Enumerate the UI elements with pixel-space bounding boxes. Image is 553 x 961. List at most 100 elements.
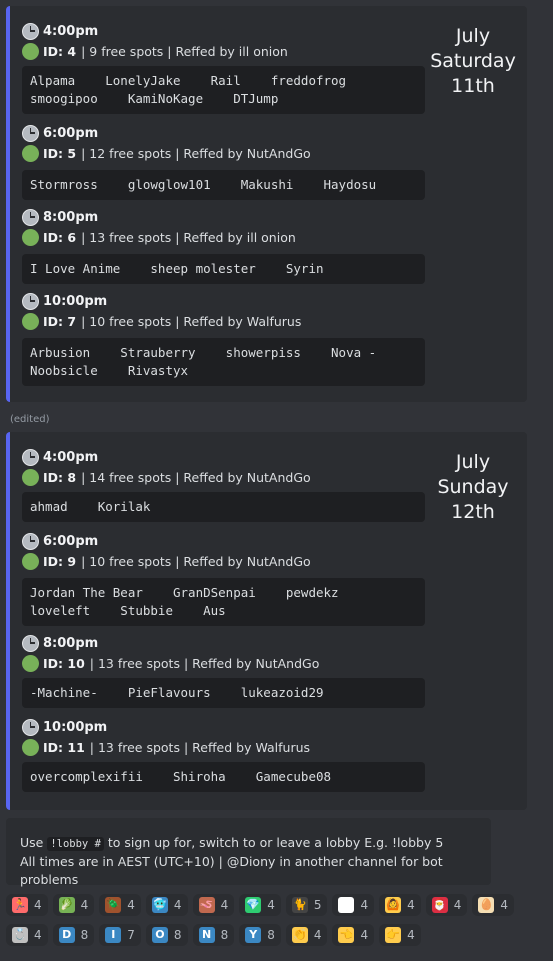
reaction-button[interactable]: 🥬 4: [52, 894, 95, 916]
lobby-info: | 10 free spots | Reffed by Walfurus: [81, 313, 302, 329]
reaction-button[interactable]: 🥶 4: [145, 894, 188, 916]
clock-icon: [22, 634, 39, 652]
clock-icon: [22, 448, 39, 466]
slot-time: 4:00pm: [43, 449, 99, 465]
clock-icon: [22, 718, 39, 736]
reaction-count: 4: [173, 898, 182, 912]
date-day: 11th: [451, 75, 495, 97]
reaction-count: 4: [500, 898, 509, 912]
lobby-info: | 13 free spots | Reffed by NutAndGo: [89, 655, 320, 671]
green-circle-icon: [22, 738, 39, 756]
green-circle-icon: [22, 144, 39, 162]
reaction-count: 8: [173, 928, 182, 942]
reaction-button[interactable]: O8: [145, 924, 188, 946]
clock-icon: [22, 208, 39, 226]
date-weekday: Saturday: [430, 50, 516, 72]
green-circle-icon: [22, 654, 39, 672]
lobby-embed-saturday: July Saturday 11th 4:00pm ID: 4 | 9 free …: [6, 6, 527, 402]
green-circle-icon: [22, 468, 39, 486]
green-circle-icon: [22, 552, 39, 570]
reaction-count: 8: [80, 928, 89, 942]
reaction-button[interactable]: N8: [192, 924, 235, 946]
lobby-id: ID: 4: [43, 43, 77, 59]
reaction-button[interactable]: 🪲 4: [99, 894, 141, 916]
lobby-info: | 10 free spots | Reffed by NutAndGo: [81, 553, 311, 569]
lobby-info: | 12 free spots | Reffed by NutAndGo: [81, 145, 311, 161]
reaction-button[interactable]: 🎅 4: [425, 894, 468, 916]
player-list: -Machine- PieFlavours lukeazoid29: [22, 678, 425, 708]
instructions-line-2: All times are in AEST (UTC+10) | @Diony …: [20, 854, 443, 887]
time-line: 10:00pm: [22, 718, 107, 736]
lobby-id: ID: 9: [43, 553, 77, 569]
letter-i-icon: I: [105, 927, 122, 943]
green-circle-icon: [22, 42, 39, 60]
letter-y-icon: Y: [245, 927, 262, 943]
edited-label: (edited): [10, 414, 50, 425]
clock-icon: [22, 532, 39, 550]
gem-icon: 💎: [245, 897, 262, 913]
reaction-count: 8: [220, 928, 229, 942]
reaction-button[interactable]: 💍 4: [6, 924, 48, 946]
player-list: Jordan The Bear GranDSenpai pewdekz love…: [22, 578, 425, 626]
player-list: overcomplexifii Shiroha Gamecube08: [22, 762, 425, 792]
slot-time: 6:00pm: [43, 533, 99, 549]
reaction-count: 4: [453, 898, 462, 912]
reaction-count: 4: [34, 928, 42, 942]
lobby-info: | 14 free spots | Reffed by NutAndGo: [81, 469, 311, 485]
reactions-row-1: 🏃 4 🥬 4 🪲 4 🥶 4 🪱 4 💎 4 🐈 5 🐱 4 🙆 4 🎅 4 🥚 4: [6, 894, 546, 916]
reaction-button[interactable]: 👏 4: [285, 924, 328, 946]
green-circle-icon: [22, 312, 39, 330]
slot-time: 6:00pm: [43, 125, 99, 141]
lobby-id: ID: 10: [43, 655, 85, 671]
instructions-line-1: Use !lobby # to sign up for, switch to o…: [20, 835, 444, 851]
reaction-count: 5: [313, 898, 322, 912]
info-line: ID: 6 | 13 free spots | Reffed by ill oni…: [22, 228, 296, 246]
time-line: 4:00pm: [22, 22, 98, 40]
date-header: July Sunday 12th: [418, 450, 528, 525]
info-line: ID: 5 | 12 free spots | Reffed by NutAndG…: [22, 144, 311, 162]
reaction-button[interactable]: 💎 4: [239, 894, 281, 916]
date-month: July: [455, 451, 491, 473]
date-month: July: [455, 25, 491, 47]
reaction-button[interactable]: 👉 4: [379, 924, 421, 946]
reaction-button[interactable]: Y8: [239, 924, 281, 946]
reaction-button[interactable]: 🥚 4: [472, 894, 515, 916]
reaction-count: 4: [360, 898, 369, 912]
clock-icon: [22, 22, 39, 40]
reaction-button[interactable]: 🐱 4: [332, 894, 375, 916]
pointing-right-icon: 👉: [385, 927, 402, 943]
reaction-count: 4: [127, 898, 135, 912]
info-line: ID: 7 | 10 free spots | Reffed by Walfuru…: [22, 312, 301, 330]
slot-time: 10:00pm: [43, 719, 108, 735]
slot-time: 10:00pm: [43, 293, 108, 309]
info-line: ID: 11 | 13 free spots | Reffed by Walfur…: [22, 738, 310, 756]
reaction-button[interactable]: 👈 4: [332, 924, 375, 946]
date-day: 12th: [451, 501, 495, 523]
lobby-info: | 9 free spots | Reffed by ill onion: [81, 43, 288, 59]
clapping-hands-icon: 👏: [291, 927, 308, 943]
beetle-icon: 🪲: [105, 897, 122, 913]
reaction-button[interactable]: 🙆 4: [379, 894, 421, 916]
time-line: 4:00pm: [22, 448, 98, 466]
lobby-info: | 13 free spots | Reffed by ill onion: [81, 229, 296, 245]
reaction-button[interactable]: 🪱 4: [192, 894, 235, 916]
time-line: 6:00pm: [22, 124, 98, 142]
letter-n-icon: N: [198, 927, 215, 943]
lobby-embed-sunday: July Sunday 12th 4:00pm ID: 8 | 14 free s…: [6, 432, 527, 810]
reaction-count: 4: [360, 928, 369, 942]
pointing-left-icon: 👈: [338, 927, 355, 943]
slot-time: 4:00pm: [43, 23, 99, 39]
lobby-id: ID: 8: [43, 469, 77, 485]
reaction-count: 4: [80, 898, 89, 912]
reaction-button[interactable]: D8: [52, 924, 95, 946]
time-line: 10:00pm: [22, 292, 107, 310]
reaction-button[interactable]: I7: [99, 924, 141, 946]
letter-d-icon: D: [58, 927, 75, 943]
reaction-button[interactable]: 🐈 5: [285, 894, 328, 916]
slot-time: 8:00pm: [43, 635, 99, 651]
leafy-green-icon: 🥬: [58, 897, 75, 913]
date-header: July Saturday 11th: [418, 24, 528, 99]
time-line: 8:00pm: [22, 634, 98, 652]
player-list: Stormross glowglow101 Makushi Haydosu: [22, 170, 425, 200]
reaction-button[interactable]: 🏃 4: [6, 894, 48, 916]
